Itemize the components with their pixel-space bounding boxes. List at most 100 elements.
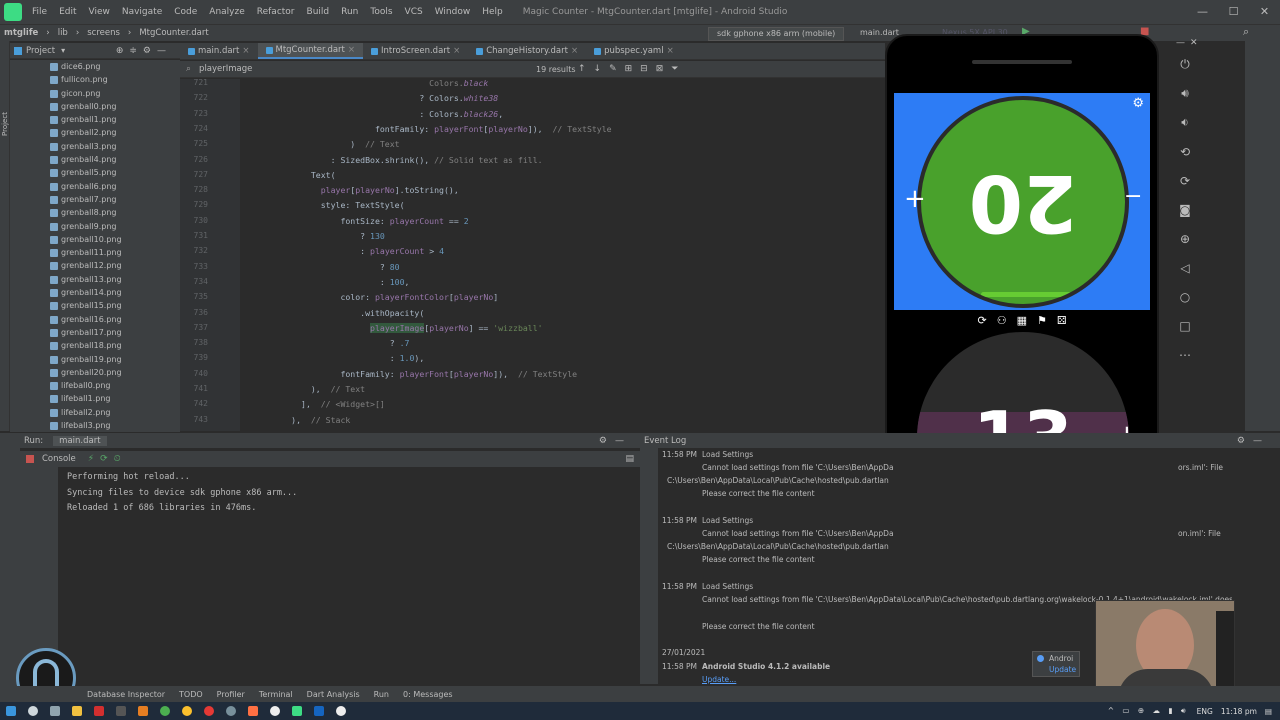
file-tree-item[interactable]: grenball1.png bbox=[10, 113, 180, 126]
zoom-icon[interactable]: ⊕ bbox=[1165, 224, 1205, 253]
file-tree-item[interactable]: grenball15.png bbox=[10, 299, 180, 312]
menu-refactor[interactable]: Refactor bbox=[251, 7, 301, 17]
app-icon[interactable] bbox=[88, 702, 110, 720]
project-view-selector[interactable]: Project bbox=[26, 46, 55, 56]
grid-icon[interactable]: ▦ bbox=[1017, 314, 1027, 327]
event-log-actions[interactable]: ⚙— bbox=[1237, 436, 1270, 446]
code-line[interactable]: ? Colors.white38 bbox=[240, 93, 498, 103]
code-line[interactable]: playerImage[playerNo] == 'wizzball' bbox=[240, 322, 543, 333]
editor-tab[interactable]: IntroScreen.dart × bbox=[363, 43, 468, 59]
code-line[interactable]: player[playerNo].toString(), bbox=[240, 185, 459, 195]
close-tab-icon[interactable]: × bbox=[242, 43, 249, 59]
obs-icon[interactable] bbox=[264, 702, 286, 720]
menu-run[interactable]: Run bbox=[335, 7, 364, 17]
file-tree-item[interactable]: grenball4.png bbox=[10, 153, 180, 166]
file-tree-item[interactable]: grenball5.png bbox=[10, 166, 180, 179]
file-tree-item[interactable]: lifeball0.png bbox=[10, 379, 180, 392]
menu-analyze[interactable]: Analyze bbox=[203, 7, 250, 17]
find-input[interactable]: playerImage bbox=[199, 64, 519, 74]
app-icon[interactable] bbox=[132, 702, 154, 720]
chrome-icon[interactable] bbox=[154, 702, 176, 720]
file-tree-item[interactable]: grenball11.png bbox=[10, 246, 180, 259]
app-icon[interactable] bbox=[220, 702, 242, 720]
editor-tab[interactable]: main.dart × bbox=[180, 43, 258, 59]
tool-tab-todo[interactable]: TODO bbox=[172, 690, 210, 699]
code-line[interactable]: ? .7 bbox=[240, 338, 410, 348]
code-editor[interactable]: Colors.black ? Colors.white38 : Colors.b… bbox=[240, 79, 885, 431]
file-tree-item[interactable]: grenball10.png bbox=[10, 233, 180, 246]
tool-tab-profiler[interactable]: Profiler bbox=[210, 690, 252, 699]
task-view-icon[interactable] bbox=[44, 702, 66, 720]
app-icon[interactable] bbox=[242, 702, 264, 720]
stop-icon[interactable] bbox=[26, 455, 34, 463]
back-icon[interactable]: ◁ bbox=[1165, 253, 1205, 282]
code-line[interactable]: ], // <Widget>[] bbox=[240, 399, 385, 409]
event-link[interactable]: Please correct the file content bbox=[702, 555, 815, 564]
flag-icon[interactable]: ⚑ bbox=[1037, 314, 1047, 327]
power-icon[interactable]: ⏻ bbox=[1165, 50, 1205, 79]
event-link[interactable]: Please correct the file content bbox=[702, 622, 815, 631]
code-line[interactable]: : 1.0), bbox=[240, 353, 425, 363]
camera-icon[interactable]: ◙ bbox=[1165, 195, 1205, 224]
breadcrumb-screens[interactable]: screens bbox=[83, 28, 124, 38]
file-tree-item[interactable]: grenball19.png bbox=[10, 353, 180, 366]
code-line[interactable]: fontFamily: playerFont[playerNo]), // Te… bbox=[240, 369, 577, 379]
code-line[interactable]: fontSize: playerCount == 2 bbox=[240, 216, 468, 226]
find-navigation-icons[interactable]: ↑↓✎⊞⊟⊠⏷ bbox=[578, 64, 686, 74]
editor-tab[interactable]: pubspec.yaml × bbox=[586, 43, 682, 59]
chrome-icon[interactable] bbox=[176, 702, 198, 720]
file-tree-item[interactable]: lifeball3.png bbox=[10, 419, 180, 432]
menu-code[interactable]: Code bbox=[168, 7, 203, 17]
code-line[interactable]: Colors.black bbox=[240, 79, 488, 88]
file-tree-item[interactable]: grenball20.png bbox=[10, 366, 180, 379]
layout-icon[interactable]: ▤ bbox=[625, 454, 634, 464]
close-tab-icon[interactable]: × bbox=[667, 43, 674, 59]
menu-build[interactable]: Build bbox=[301, 7, 336, 17]
decrement-button[interactable]: − bbox=[1124, 184, 1142, 209]
app-icon[interactable] bbox=[198, 702, 220, 720]
players-icon[interactable]: ⚇ bbox=[997, 314, 1007, 327]
menu-help[interactable]: Help bbox=[476, 7, 509, 17]
file-tree-item[interactable]: grenball13.png bbox=[10, 273, 180, 286]
code-line[interactable]: ? 80 bbox=[240, 262, 400, 272]
update-notification[interactable]: Androi Update bbox=[1032, 651, 1080, 677]
close-tab-icon[interactable]: × bbox=[453, 43, 460, 59]
project-tool-tab[interactable]: Project bbox=[1, 112, 9, 136]
maximize-icon[interactable]: ☐ bbox=[1218, 0, 1249, 24]
menu-vcs[interactable]: VCS bbox=[399, 7, 429, 17]
app-icon[interactable] bbox=[330, 702, 352, 720]
code-line[interactable]: .withOpacity( bbox=[240, 308, 424, 318]
tray-icons[interactable]: ^ ▭ ⊕ ☁ ▮ 🔊︎ bbox=[1108, 706, 1189, 716]
code-line[interactable]: : SizedBox.shrink(), // Solid text as fi… bbox=[240, 155, 543, 165]
code-line[interactable]: style: TextStyle( bbox=[240, 200, 405, 210]
minimize-icon[interactable]: — bbox=[1176, 38, 1185, 48]
file-tree-item[interactable]: grenball8.png bbox=[10, 206, 180, 219]
code-line[interactable]: : playerCount > 4 bbox=[240, 246, 444, 256]
file-tree-item[interactable]: grenball3.png bbox=[10, 140, 180, 153]
file-tree-item[interactable]: grenball17.png bbox=[10, 326, 180, 339]
console-tab[interactable]: Console bbox=[42, 454, 76, 464]
editor-tab[interactable]: ChangeHistory.dart × bbox=[468, 43, 586, 59]
file-tree-item[interactable]: grenball18.png bbox=[10, 339, 180, 352]
overview-icon[interactable]: □ bbox=[1165, 311, 1205, 340]
menu-view[interactable]: View bbox=[83, 7, 116, 17]
menu-tools[interactable]: Tools bbox=[364, 7, 398, 17]
increment-button[interactable]: + bbox=[904, 184, 926, 214]
more-icon[interactable]: ⋯ bbox=[1165, 340, 1205, 369]
update-link[interactable]: Update... bbox=[702, 675, 736, 684]
breadcrumb-lib[interactable]: lib bbox=[54, 28, 72, 38]
event-link[interactable]: Please correct the file content bbox=[702, 489, 815, 498]
tool-tab-run[interactable]: Run bbox=[367, 690, 396, 699]
file-tree-item[interactable]: grenball7.png bbox=[10, 193, 180, 206]
code-line[interactable]: : 100, bbox=[240, 277, 410, 287]
calculator-icon[interactable] bbox=[110, 702, 132, 720]
file-tree-item[interactable]: lifeball2.png bbox=[10, 406, 180, 419]
file-tree-item[interactable]: grenball0.png bbox=[10, 100, 180, 113]
hot-reload-icons[interactable]: ⚡⟳⏲ bbox=[88, 454, 127, 464]
file-tree-item[interactable]: lifeball1.png bbox=[10, 392, 180, 405]
file-tree-item[interactable]: grenball6.png bbox=[10, 180, 180, 193]
language-indicator[interactable]: ENG bbox=[1197, 707, 1213, 716]
code-line[interactable]: ), // Text bbox=[240, 384, 365, 394]
file-tree-item[interactable]: grenball16.png bbox=[10, 313, 180, 326]
code-line[interactable]: : Colors.black26, bbox=[240, 109, 503, 119]
